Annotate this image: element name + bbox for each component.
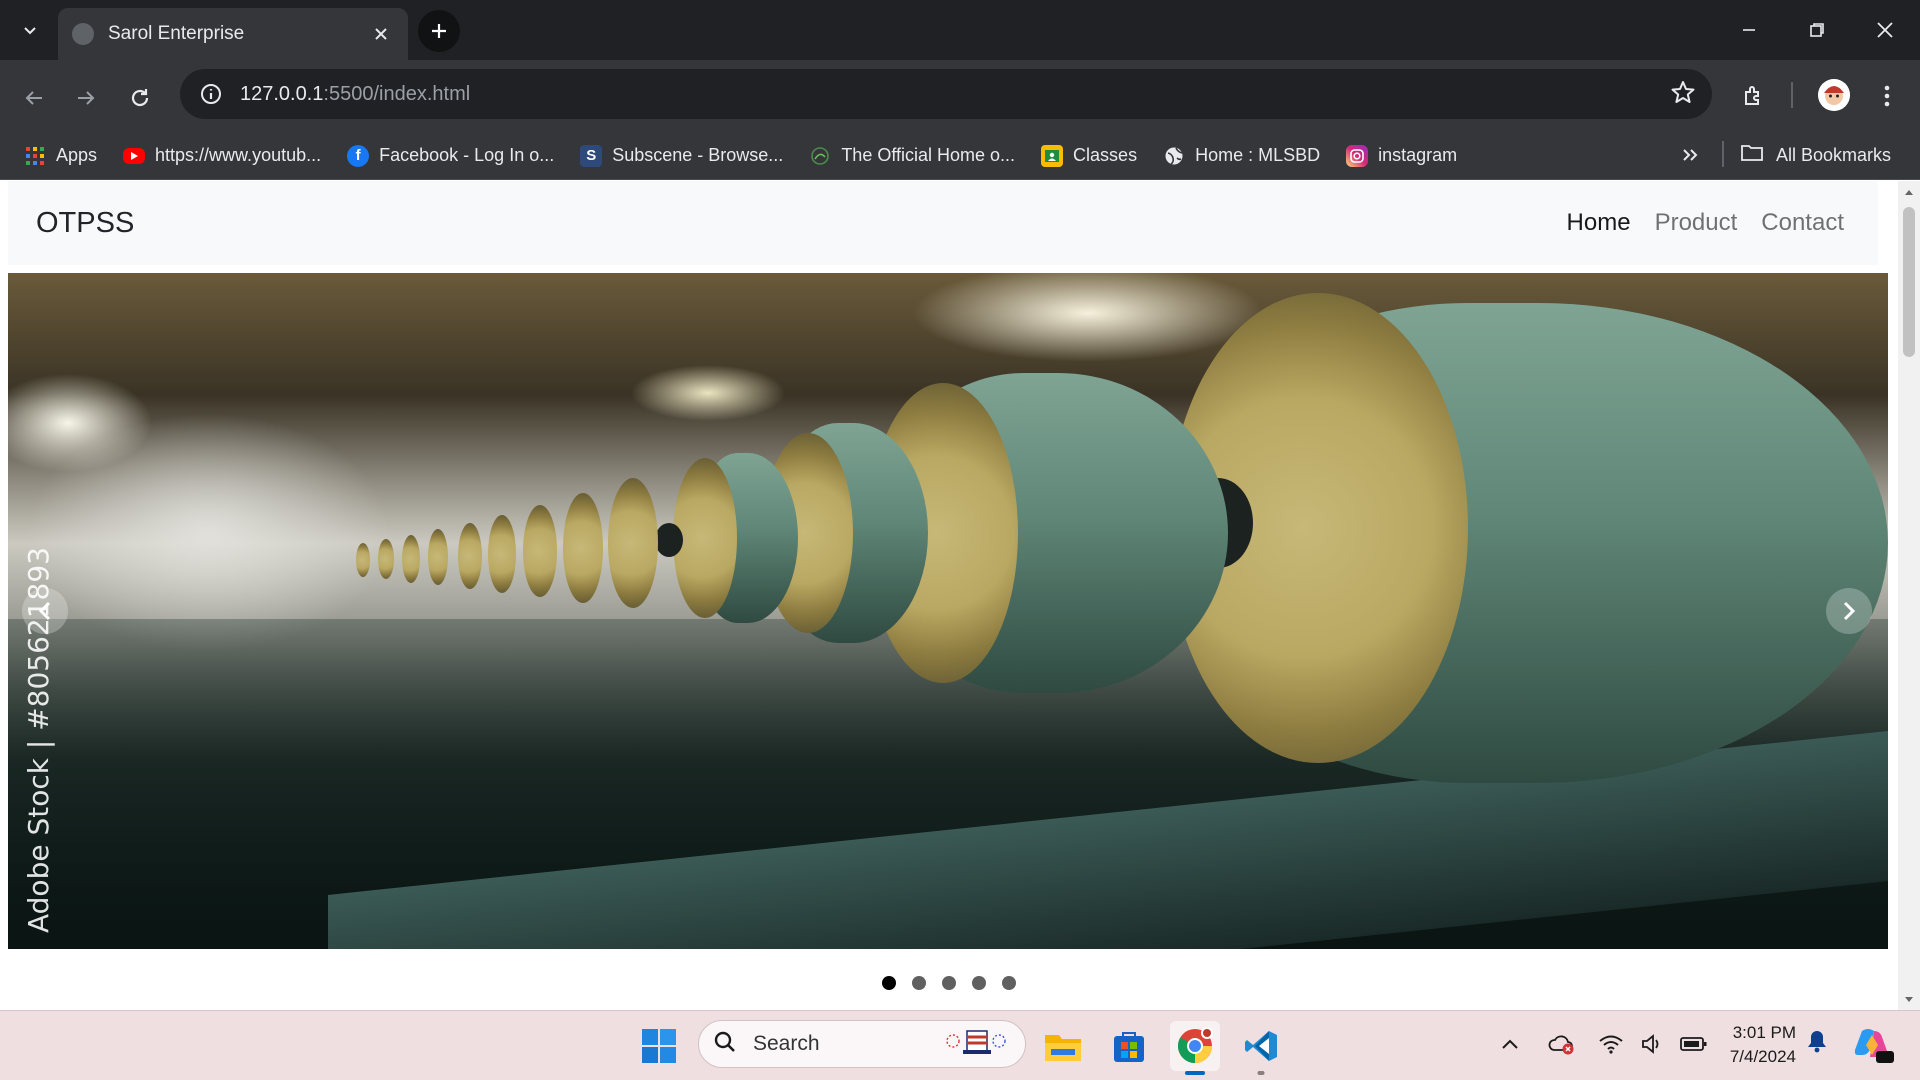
bookmark-label: Home : MLSBD [1195, 145, 1321, 165]
globe-icon [1163, 145, 1185, 167]
facebook-icon: f [347, 144, 370, 167]
page-scrollbar[interactable] [1898, 181, 1920, 1011]
globe-green-icon [809, 145, 831, 167]
site-navbar: OTPSS Home Product Contact [8, 181, 1878, 265]
instagram-icon [1346, 144, 1369, 167]
carousel-prev-button[interactable] [22, 588, 68, 634]
nav-link-home[interactable]: Home [1567, 209, 1631, 237]
scroll-up-arrow-icon[interactable] [1898, 183, 1920, 201]
browser-tab[interactable]: Sarol Enterprise [58, 8, 408, 60]
carousel-indicator-2[interactable] [912, 976, 926, 990]
toolbar-divider [1791, 82, 1793, 108]
url-host: 127.0.0.1 [240, 82, 324, 105]
running-indicator [1257, 1071, 1265, 1075]
nav-links: Home Product Contact [1567, 209, 1844, 237]
restore-icon[interactable] [1794, 8, 1840, 52]
classroom-icon [1041, 144, 1064, 167]
bookmark-instagram[interactable]: instagram [1338, 138, 1465, 174]
folder-icon [1740, 143, 1764, 168]
bookmark-label: Apps [56, 145, 98, 165]
nav-link-product[interactable]: Product [1655, 209, 1738, 237]
site-info-icon[interactable] [196, 79, 226, 109]
bookmark-apps[interactable]: Apps [16, 138, 105, 174]
close-tab-icon[interactable] [368, 21, 394, 47]
extensions-puzzle-icon[interactable] [1734, 76, 1774, 116]
bookmarks-divider [1722, 141, 1724, 167]
file-explorer-icon[interactable] [1038, 1021, 1088, 1071]
back-arrow-icon[interactable] [14, 78, 54, 118]
carousel-indicator-5[interactable] [1002, 976, 1016, 990]
hero-carousel: Adobe Stock | #805621893 [8, 273, 1888, 949]
tab-search-dropdown-icon[interactable] [10, 12, 50, 48]
search-label: Search [753, 1032, 820, 1055]
start-windows-icon[interactable] [634, 1021, 684, 1071]
subscene-icon: S [580, 144, 603, 167]
youtube-icon [123, 147, 146, 164]
more-menu-icon[interactable] [1868, 76, 1906, 116]
clock-date: 7/4/2024 [1729, 1047, 1796, 1066]
all-bookmarks-button[interactable]: All Bookmarks [1740, 137, 1891, 173]
bookmark-label: The Official Home o... [841, 145, 1016, 165]
clock-time: 3:01 PM [1732, 1023, 1796, 1042]
carousel-indicator-3[interactable] [942, 976, 956, 990]
carousel-indicator-4[interactable] [972, 976, 986, 990]
vscode-icon[interactable] [1236, 1021, 1286, 1075]
scroll-down-arrow-icon[interactable] [1898, 991, 1920, 1009]
chrome-taskbar-icon[interactable] [1170, 1021, 1220, 1075]
nav-link-contact[interactable]: Contact [1761, 209, 1844, 237]
bookmark-label: Facebook - Log In o... [379, 145, 555, 165]
bookmark-label: Classes [1073, 145, 1138, 165]
bookmark-label: https://www.youtub... [155, 145, 322, 165]
notification-bell-icon[interactable] [1806, 1029, 1828, 1058]
tab-title: Sarol Enterprise [108, 23, 245, 44]
bookmark-star-icon[interactable] [1670, 79, 1696, 110]
carousel-indicator-1[interactable] [882, 976, 896, 990]
close-window-icon[interactable] [1862, 8, 1908, 52]
bookmark-mlsbd[interactable]: Home : MLSBD [1155, 138, 1328, 174]
bookmark-classes[interactable]: Classes [1033, 138, 1145, 174]
taskbar-clock[interactable]: 3:01 PM 7/4/2024 [1716, 1021, 1796, 1069]
all-bookmarks-label: All Bookmarks [1776, 144, 1892, 165]
volume-icon[interactable] [1640, 1033, 1664, 1060]
tab-favicon-icon [72, 23, 94, 45]
new-tab-button[interactable] [418, 10, 460, 52]
bookmark-label: Subscene - Browse... [612, 145, 784, 165]
copilot-icon[interactable] [1852, 1023, 1896, 1067]
carousel-slide-image [8, 273, 1888, 949]
windows-taskbar: Search 3:01 PM 7/4/2024 [0, 1010, 1920, 1080]
forward-arrow-icon[interactable] [66, 78, 106, 118]
copilot-preview-badge [1878, 1048, 1894, 1058]
bookmark-subscene[interactable]: S Subscene - Browse... [572, 138, 791, 174]
apps-grid-icon [24, 145, 46, 167]
reload-icon[interactable] [120, 78, 160, 118]
scroll-thumb[interactable] [1903, 207, 1915, 357]
title-bar: Sarol Enterprise [0, 0, 1920, 60]
microsoft-store-icon[interactable] [1104, 1021, 1154, 1071]
url-path: :5500/index.html [323, 82, 471, 105]
show-hidden-icons-chevron-icon[interactable] [1500, 1037, 1520, 1056]
bookmark-youtube[interactable]: https://www.youtub... [115, 138, 329, 174]
bookmark-facebook[interactable]: f Facebook - Log In o... [339, 138, 562, 174]
search-highlight-hat-icon [941, 1025, 1011, 1064]
search-icon [713, 1030, 737, 1059]
bookmark-official-home[interactable]: The Official Home o... [801, 138, 1023, 174]
wifi-icon[interactable] [1598, 1033, 1624, 1060]
more-bookmarks-chevron-icon[interactable] [1672, 137, 1708, 173]
running-indicator [1185, 1071, 1205, 1075]
battery-icon[interactable] [1680, 1035, 1708, 1058]
site-brand[interactable]: OTPSS [36, 207, 134, 240]
minimize-icon[interactable] [1726, 8, 1772, 52]
system-tray [1500, 1021, 1708, 1071]
bookmark-label: instagram [1378, 145, 1458, 165]
onedrive-error-icon[interactable] [1548, 1032, 1576, 1061]
bookmarks-bar: Apps https://www.youtub... f Facebook - … [0, 132, 1920, 180]
profile-avatar[interactable] [1818, 79, 1850, 111]
address-bar[interactable]: 127.0.0.1:5500/index.html [180, 69, 1712, 119]
taskbar-search-box[interactable]: Search [698, 1020, 1026, 1068]
carousel-indicators [0, 976, 1898, 990]
carousel-next-button[interactable] [1826, 588, 1872, 634]
web-page: OTPSS Home Product Contact Adobe Stock |… [0, 181, 1898, 1011]
